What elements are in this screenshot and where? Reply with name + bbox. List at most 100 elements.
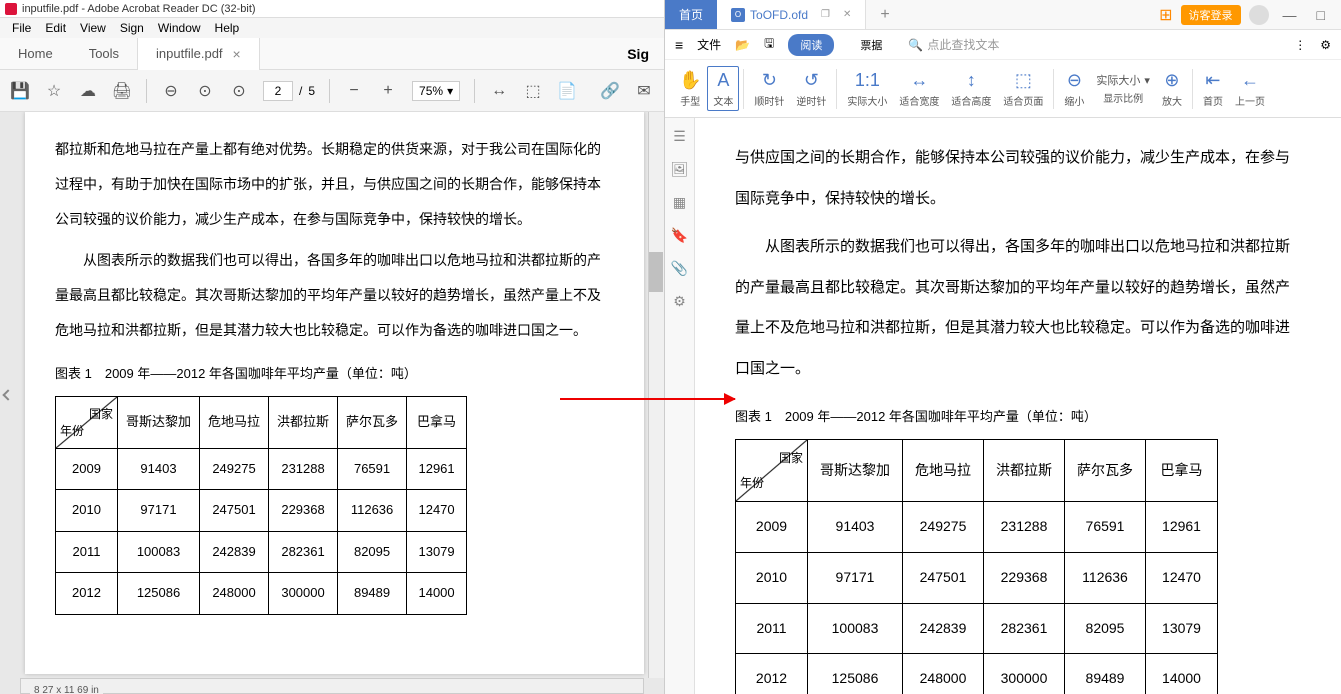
minimize-icon[interactable]: — [1277, 7, 1303, 23]
fit-width[interactable]: ↔适合宽度 [893, 69, 945, 108]
form-mode-button[interactable]: 票据 [848, 34, 894, 56]
rotate-cw[interactable]: ↻顺时针 [748, 69, 790, 108]
text-tool[interactable]: A文本 [707, 66, 739, 111]
fit-page[interactable]: ⬚适合页面 [997, 69, 1049, 108]
grid-icon[interactable]: ⊞ [1159, 5, 1172, 25]
zoom-out[interactable]: ⊖缩小 [1058, 69, 1090, 108]
table-header-row: 国家年份 哥斯达黎加危地马拉洪都拉斯萨尔瓦多巴拿马 [736, 440, 1218, 502]
more-icon[interactable]: ⋮ [1294, 38, 1306, 52]
page-indicator: / 5 [263, 81, 315, 101]
page-size-status: 8 27 x 11 69 in [30, 684, 103, 694]
table-row: 20111000832428392823618209513079 [736, 603, 1218, 654]
content-area: ☰ 🖼 ▦ 🔖 📎 ⚙ 与供应国之间的长期合作，能够保持本公司较强的议价能力，减… [665, 118, 1341, 694]
hamburger-icon[interactable]: ≡ [675, 37, 683, 53]
ofd-icon: O [731, 8, 745, 22]
actual-size[interactable]: 1:1实际大小 [841, 69, 893, 108]
tab-home[interactable]: Home [0, 38, 71, 70]
window-title: inputfile.pdf - Adobe Acrobat Reader DC … [22, 3, 256, 15]
open-icon[interactable]: 📂 [735, 38, 750, 52]
maximize-icon[interactable]: □ [1311, 7, 1331, 23]
menu-window[interactable]: Window [151, 21, 208, 35]
adobe-reader-window: inputfile.pdf - Adobe Acrobat Reader DC … [0, 0, 665, 694]
login-button[interactable]: 访客登录 [1181, 5, 1241, 25]
gear-icon[interactable]: ⚙ [673, 293, 686, 310]
tab-file[interactable]: inputfile.pdf × [137, 38, 260, 70]
settings-icon[interactable]: ⚙ [1320, 38, 1331, 52]
avatar-icon[interactable] [1249, 5, 1269, 25]
title-tabs: 首页 O ToOFD.ofd ❐ ✕ + ⊞ 访客登录 — □ [665, 0, 1341, 30]
bookmark-icon[interactable]: 🔖 [671, 227, 688, 244]
table-caption: 图表 1 2009 年——2012 年各国咖啡年平均产量（单位：吨） [735, 399, 1301, 434]
table-row: 20121250862480003000008948914000 [56, 573, 467, 615]
paragraph: 与供应国之间的长期合作，能够保持本公司较强的议价能力，减少生产成本，在参与国际竞… [735, 138, 1301, 219]
menu-edit[interactable]: Edit [38, 21, 73, 35]
table-row: 2009914032492752312887659112961 [736, 502, 1218, 553]
page-total: 5 [308, 84, 315, 98]
minus-icon[interactable]: − [344, 81, 364, 101]
menu-help[interactable]: Help [208, 21, 247, 35]
first-page[interactable]: ⇤首页 [1197, 69, 1229, 108]
toolbar: 💾 ☆ ☁ 🖨 ⊖ ⊙ ⊙ / 5 − + 75%▾ ↔ ⬚ 📄 🔗 ✉ [0, 70, 664, 112]
pdf-page: 都拉斯和危地马拉在产量上都有绝对优势。长期稳定的供货来源，对于我公司在国际化的过… [25, 112, 644, 674]
outline-icon[interactable]: ☰ [673, 128, 686, 145]
mail-icon[interactable]: ✉ [634, 81, 654, 101]
window-title-bar: inputfile.pdf - Adobe Acrobat Reader DC … [0, 0, 664, 18]
pdf-icon [5, 3, 17, 15]
diagonal-header: 国家年份 [56, 396, 118, 448]
vertical-scrollbar[interactable] [648, 112, 664, 678]
read-mode-button[interactable]: 阅读 [788, 34, 834, 56]
restore-icon[interactable]: ❐ [821, 9, 830, 20]
zoom-out-icon[interactable]: ⊖ [161, 81, 181, 101]
up-icon[interactable]: ⊙ [195, 81, 215, 101]
menu-bar: File Edit View Sign Window Help [0, 18, 664, 38]
left-collapse-icon[interactable] [4, 116, 14, 674]
ribbon: ✋手型 A文本 ↻顺时针 ↺逆时针 1:1实际大小 ↔适合宽度 ↕适合高度 ⬚适… [665, 60, 1341, 118]
separator [146, 79, 147, 103]
fit-page-icon[interactable]: ⬚ [523, 81, 543, 101]
cloud-icon[interactable]: ☁ [78, 81, 98, 101]
side-panel: ☰ 🖼 ▦ 🔖 📎 ⚙ [665, 118, 695, 694]
zoom-select[interactable]: 75%▾ [412, 81, 460, 101]
zoom-select[interactable]: 实际大小▾显示比例 [1090, 72, 1156, 105]
add-tab-button[interactable]: + [866, 0, 903, 29]
zoom-in[interactable]: ⊕放大 [1156, 69, 1188, 108]
layers-icon[interactable]: ▦ [673, 194, 686, 211]
fit-width-icon[interactable]: ↔ [489, 81, 509, 101]
menu-view[interactable]: View [73, 21, 113, 35]
paragraph: 都拉斯和危地马拉在产量上都有绝对优势。长期稳定的供货来源，对于我公司在国际化的过… [55, 132, 614, 237]
menu-sign[interactable]: Sign [113, 21, 151, 35]
tabs-bar: Home Tools inputfile.pdf × Sig [0, 38, 664, 70]
sign-button[interactable]: Sig [612, 46, 664, 62]
menu-file[interactable]: File [5, 21, 38, 35]
table-header-row: 国家年份 哥斯达黎加危地马拉洪都拉斯萨尔瓦多巴拿马 [56, 396, 467, 448]
close-tab-icon[interactable]: ✕ [843, 9, 851, 20]
scroll-icon[interactable]: 📄 [557, 81, 577, 101]
annotation-arrow [560, 398, 735, 400]
table-caption: 图表 1 2009 年——2012 年各国咖啡年平均产量（单位：吨） [55, 358, 614, 391]
print-icon[interactable]: 🖨 [112, 81, 132, 101]
tab-home[interactable]: 首页 [665, 0, 717, 29]
plus-icon[interactable]: + [378, 81, 398, 101]
down-icon[interactable]: ⊙ [229, 81, 249, 101]
data-table: 国家年份 哥斯达黎加危地马拉洪都拉斯萨尔瓦多巴拿马 20099140324927… [55, 396, 467, 615]
hand-tool[interactable]: ✋手型 [673, 69, 707, 108]
close-icon[interactable]: × [233, 46, 241, 62]
data-table: 国家年份 哥斯达黎加危地马拉洪都拉斯萨尔瓦多巴拿马 20099140324927… [735, 439, 1218, 694]
tab-tools[interactable]: Tools [71, 38, 137, 70]
file-menu[interactable]: 文件 [697, 36, 721, 53]
sub-toolbar: ≡ 文件 📂 🖫 阅读 票据 🔍 点此查找文本 ⋮ ⚙ [665, 30, 1341, 60]
save-icon[interactable]: 🖫 [764, 34, 774, 55]
search-input[interactable]: 🔍 点此查找文本 [908, 36, 999, 53]
image-icon[interactable]: 🖼 [671, 161, 689, 178]
fit-height[interactable]: ↕适合高度 [945, 69, 997, 108]
star-icon[interactable]: ☆ [44, 81, 64, 101]
ofd-viewer-window: 首页 O ToOFD.ofd ❐ ✕ + ⊞ 访客登录 — □ ≡ 文件 📂 🖫… [665, 0, 1341, 694]
link-icon[interactable]: 🔗 [600, 81, 620, 101]
tab-file[interactable]: O ToOFD.ofd ❐ ✕ [717, 0, 866, 29]
rotate-ccw[interactable]: ↺逆时针 [790, 69, 832, 108]
attach-icon[interactable]: 📎 [671, 260, 688, 277]
save-icon[interactable]: 💾 [10, 81, 30, 101]
prev-page[interactable]: ←上一页 [1229, 69, 1271, 108]
page-input[interactable] [263, 81, 293, 101]
horizontal-scrollbar[interactable] [20, 678, 644, 694]
